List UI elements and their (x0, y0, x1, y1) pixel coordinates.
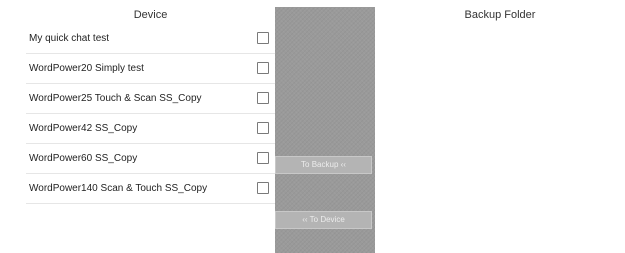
backup-folder-title: Backup Folder (464, 9, 536, 21)
device-item-checkbox[interactable] (257, 152, 269, 164)
device-list-item[interactable]: WordPower20 Simply test (26, 54, 275, 84)
backup-folder-panel: Backup Folder (375, 6, 625, 24)
backup-screen: Device My quick chat test WordPower20 Si… (0, 0, 625, 253)
device-item-label: My quick chat test (29, 33, 110, 44)
device-list-item[interactable]: WordPower42 SS_Copy (26, 114, 275, 144)
device-item-label: WordPower25 Touch & Scan SS_Copy (29, 93, 202, 104)
device-item-checkbox[interactable] (257, 62, 269, 74)
device-list-item[interactable]: WordPower25 Touch & Scan SS_Copy (26, 84, 275, 114)
to-device-button[interactable]: ‹‹ To Device (275, 211, 372, 229)
device-list: My quick chat test WordPower20 Simply te… (26, 24, 275, 204)
device-item-checkbox[interactable] (257, 92, 269, 104)
device-item-label: WordPower60 SS_Copy (29, 153, 138, 164)
device-item-label: WordPower42 SS_Copy (29, 123, 138, 134)
transfer-column: To Backup ‹‹ ‹‹ To Device (275, 7, 375, 253)
device-list-item[interactable]: WordPower140 Scan & Touch SS_Copy (26, 174, 275, 204)
device-panel: Device My quick chat test WordPower20 Si… (26, 6, 275, 204)
device-item-checkbox[interactable] (257, 32, 269, 44)
device-list-item[interactable]: My quick chat test (26, 24, 275, 54)
device-item-label: WordPower20 Simply test (29, 63, 144, 74)
device-item-checkbox[interactable] (257, 182, 269, 194)
device-item-checkbox[interactable] (257, 122, 269, 134)
device-panel-title: Device (133, 9, 168, 21)
to-backup-button[interactable]: To Backup ‹‹ (275, 156, 372, 174)
device-item-label: WordPower140 Scan & Touch SS_Copy (29, 183, 208, 194)
device-list-item[interactable]: WordPower60 SS_Copy (26, 144, 275, 174)
